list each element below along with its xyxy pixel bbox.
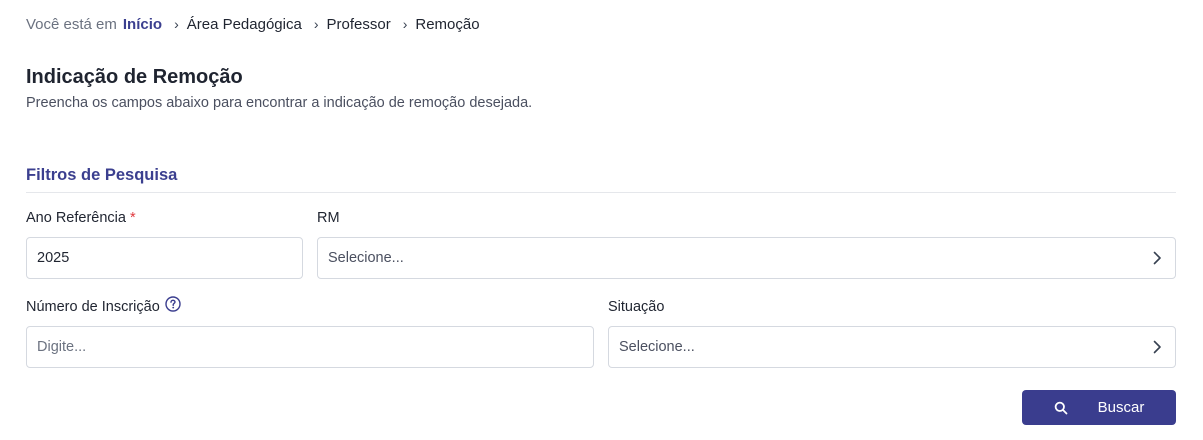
chevron-right-icon: › — [174, 16, 179, 32]
buscar-button[interactable]: Buscar — [1022, 390, 1176, 425]
numero-inscricao-label: Número de Inscrição — [26, 296, 181, 317]
breadcrumb-prefix: Você está em — [26, 15, 117, 33]
ano-referencia-field[interactable] — [26, 237, 303, 279]
breadcrumb-item-professor[interactable]: Professor — [327, 16, 391, 33]
ano-referencia-label-text: Ano Referência — [26, 210, 126, 226]
section-divider — [26, 192, 1176, 193]
chevron-right-icon: › — [402, 16, 408, 32]
breadcrumb-item-remocao: Remoção — [415, 15, 480, 33]
filters-section-title: Filtros de Pesquisa — [26, 166, 178, 184]
page-title: Indicação de Remoção — [26, 66, 243, 88]
numero-inscricao-input[interactable] — [37, 339, 583, 355]
situacao-select[interactable]: Selecione... — [608, 326, 1176, 368]
rm-label: RM — [317, 210, 340, 226]
page-subtitle: Preencha os campos abaixo para encontrar… — [26, 95, 533, 111]
breadcrumb: Você está em Início › Área Pedagógica › … — [26, 14, 480, 34]
situacao-select-value: Selecione... — [619, 339, 695, 355]
rm-select-value: Selecione... — [328, 250, 404, 266]
breadcrumb-item-area-pedagogica[interactable]: Área Pedagógica — [187, 16, 302, 33]
required-mark: * — [129, 210, 136, 226]
rm-select[interactable]: Selecione... — [317, 237, 1176, 279]
chevron-right-icon — [1149, 250, 1165, 266]
breadcrumb-home-link[interactable]: Início — [123, 16, 162, 33]
chevron-right-icon: › — [313, 16, 319, 32]
ano-referencia-input[interactable] — [37, 250, 292, 266]
chevron-right-icon — [1149, 339, 1165, 355]
buscar-button-label: Buscar — [1097, 399, 1145, 416]
question-circle-icon[interactable] — [165, 296, 181, 312]
rm-label-text: RM — [317, 210, 340, 226]
situacao-label-text: Situação — [608, 299, 665, 315]
numero-inscricao-label-text: Número de Inscrição — [26, 299, 160, 315]
numero-inscricao-field[interactable] — [26, 326, 594, 368]
search-icon — [1054, 401, 1068, 415]
ano-referencia-label: Ano Referência * — [26, 210, 136, 226]
situacao-label: Situação — [608, 299, 664, 315]
